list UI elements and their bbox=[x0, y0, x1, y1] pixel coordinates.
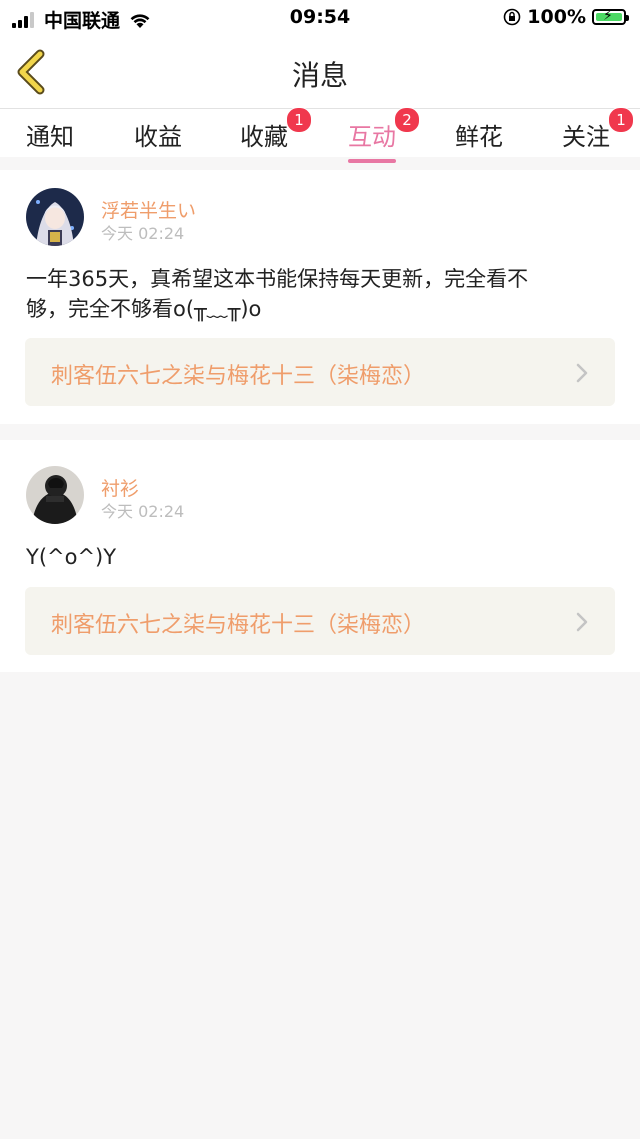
badge-count: 1 bbox=[286, 107, 312, 133]
tab-interactions[interactable]: 互动 2 bbox=[348, 107, 420, 163]
status-bar: 中国联通 09:54 100% ⚡ bbox=[0, 0, 640, 36]
page-title: 消息 bbox=[291, 59, 348, 92]
battery-percent: 100% bbox=[527, 6, 586, 28]
message-line: 一年365天，真希望这本书能保持每天更新，完全看不 bbox=[26, 267, 529, 291]
chevron-right-icon bbox=[576, 612, 588, 632]
tab-flowers[interactable]: 鲜花 bbox=[455, 117, 503, 152]
lock-rotation-icon bbox=[503, 8, 521, 26]
message-text: Y(^o^)Y bbox=[26, 542, 620, 572]
message-line: Y(^o^)Y bbox=[26, 545, 117, 569]
chevron-right-icon bbox=[576, 363, 588, 383]
avatar[interactable] bbox=[26, 188, 84, 246]
tab-label: 通知 bbox=[26, 123, 74, 151]
tab-earnings[interactable]: 收益 bbox=[134, 117, 182, 152]
active-tab-indicator bbox=[348, 159, 396, 163]
tab-label: 互动 bbox=[348, 123, 396, 151]
message-text: 一年365天，真希望这本书能保持每天更新，完全看不 够，完全不够看o(╥﹏╥)o bbox=[26, 264, 620, 324]
book-title: 刺客伍六七之柒与梅花十三（柒梅恋） bbox=[51, 364, 426, 389]
message-card: 衬衫 今天 02:24 Y(^o^)Y 刺客伍六七之柒与梅花十三（柒梅恋） bbox=[0, 440, 640, 672]
battery-charging-icon: ⚡ bbox=[592, 8, 629, 25]
username[interactable]: 浮若半生い bbox=[101, 196, 196, 223]
message-line: 够，完全不够看o(╥﹏╥)o bbox=[26, 297, 262, 321]
tab-label: 收藏 bbox=[240, 123, 288, 151]
tab-label: 收益 bbox=[134, 123, 182, 151]
username[interactable]: 衬衫 bbox=[101, 474, 139, 501]
message-card: 浮若半生い 今天 02:24 一年365天，真希望这本书能保持每天更新，完全看不… bbox=[0, 170, 640, 424]
tab-following[interactable]: 关注 1 bbox=[562, 107, 634, 152]
book-title: 刺客伍六七之柒与梅花十三（柒梅恋） bbox=[51, 613, 426, 638]
badge-count: 1 bbox=[608, 107, 634, 133]
tab-label: 关注 bbox=[562, 123, 610, 151]
tab-label: 鲜花 bbox=[455, 123, 503, 151]
book-link[interactable]: 刺客伍六七之柒与梅花十三（柒梅恋） bbox=[25, 587, 615, 655]
badge-count: 2 bbox=[394, 107, 420, 133]
book-link[interactable]: 刺客伍六七之柒与梅花十三（柒梅恋） bbox=[25, 338, 615, 406]
tab-notifications[interactable]: 通知 bbox=[26, 117, 74, 152]
status-right: 100% ⚡ bbox=[503, 6, 629, 28]
tab-bar: 通知 收益 收藏 1 互动 2 鲜花 关注 1 bbox=[0, 107, 640, 163]
tab-favorites[interactable]: 收藏 1 bbox=[240, 107, 312, 152]
timestamp: 今天 02:24 bbox=[101, 224, 185, 243]
avatar[interactable] bbox=[26, 466, 84, 524]
nav-bar: 消息 bbox=[0, 36, 640, 109]
timestamp: 今天 02:24 bbox=[101, 502, 185, 521]
